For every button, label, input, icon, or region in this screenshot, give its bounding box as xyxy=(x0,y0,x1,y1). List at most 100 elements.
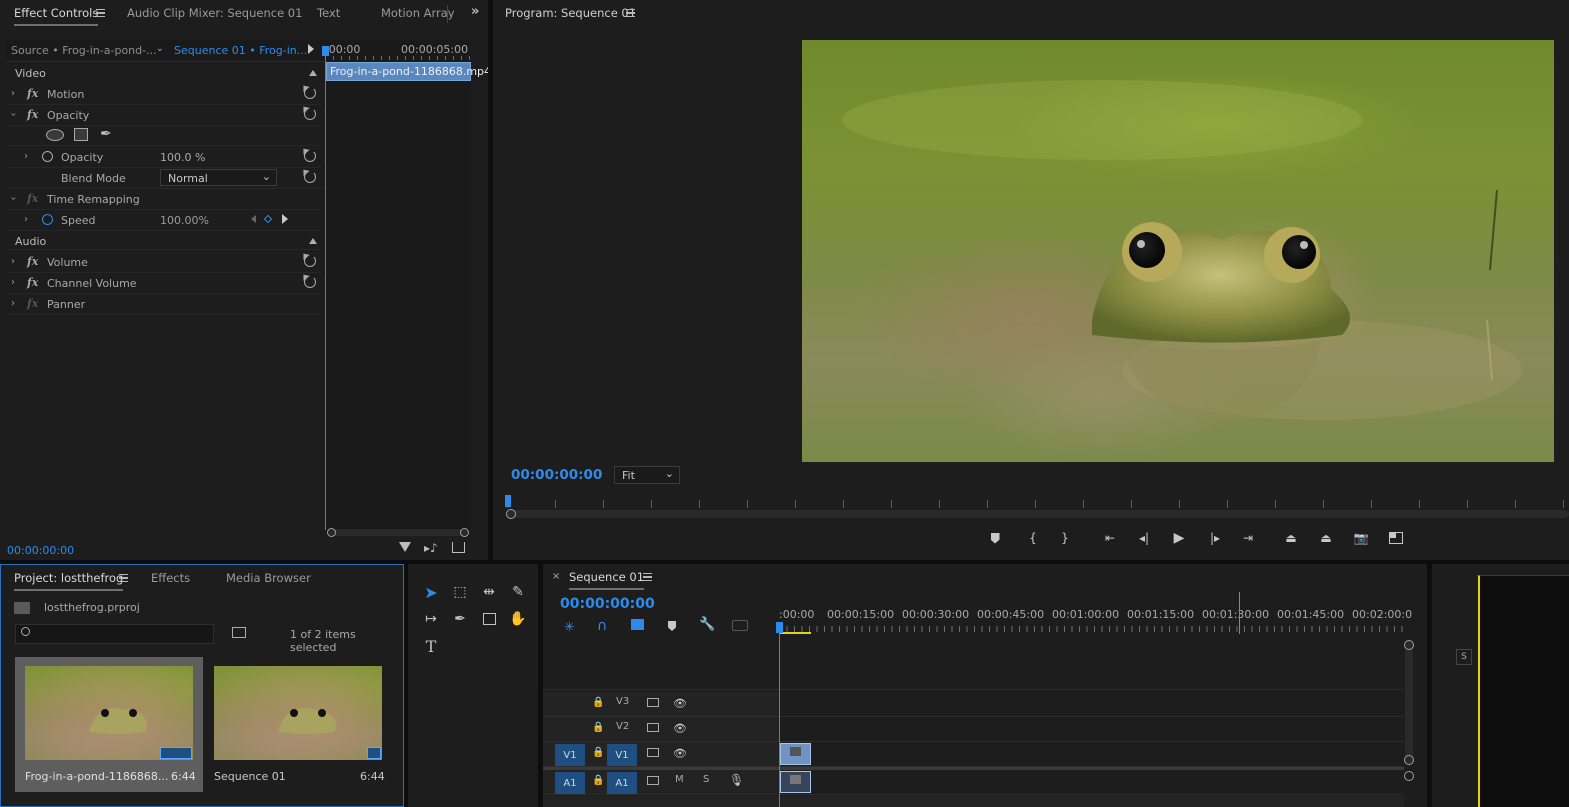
track-lane[interactable] xyxy=(779,742,1404,766)
add-marker-icon[interactable] xyxy=(984,527,1006,549)
track-lane[interactable] xyxy=(779,770,1404,794)
overflow-chevron-icon[interactable]: » xyxy=(471,4,479,19)
opacity-value[interactable]: 100.0 % xyxy=(160,151,205,164)
expand-chevron-icon[interactable]: › xyxy=(24,151,28,162)
blend-mode-dropdown[interactable]: Normal ⌄ xyxy=(160,169,277,186)
vertical-scroll-top-handle[interactable] xyxy=(1404,640,1414,650)
program-timecode[interactable]: 00:00:00:00 xyxy=(511,467,602,483)
ec-scroll-right-handle[interactable] xyxy=(460,528,469,537)
ripple-edit-tool-icon[interactable]: ⇹ xyxy=(476,580,502,604)
ellipse-mask-icon[interactable] xyxy=(46,129,64,141)
program-playhead[interactable] xyxy=(505,495,511,507)
row-opacity[interactable]: › Opacity 100.0 % xyxy=(8,147,322,168)
sync-lock-icon[interactable] xyxy=(647,776,659,785)
fx-icon[interactable]: fx xyxy=(27,87,38,100)
source-dropdown-icon[interactable]: ⌄ xyxy=(156,44,164,54)
tab-audio-clip-mixer[interactable]: Audio Clip Mixer: Sequence 01 xyxy=(127,6,302,20)
timeline-timecode[interactable]: 00:00:00:00 xyxy=(560,596,655,612)
nest-toggle-icon[interactable]: ✳ xyxy=(564,620,575,635)
eye-icon[interactable]: 👁 xyxy=(673,722,687,735)
add-marker-icon[interactable] xyxy=(668,621,676,631)
video-clip[interactable] xyxy=(780,743,811,765)
solo-button[interactable]: S xyxy=(703,774,709,785)
tab-project[interactable]: Project: lostthefrog xyxy=(14,571,124,591)
eye-icon[interactable]: 👁 xyxy=(673,747,687,760)
expand-chevron-icon[interactable]: › xyxy=(11,88,15,99)
ec-playhead-head[interactable] xyxy=(322,46,329,56)
reset-icon[interactable] xyxy=(304,255,316,267)
collapse-chevron-icon[interactable]: › xyxy=(8,113,19,117)
vertical-scroll-track[interactable] xyxy=(1405,640,1413,764)
mute-button[interactable]: M xyxy=(675,774,684,785)
track-target-a1[interactable]: A1 xyxy=(607,772,637,794)
fx-icon[interactable]: fx xyxy=(27,255,38,268)
export-frame-camera-icon[interactable]: 📷 xyxy=(1350,527,1372,549)
reset-icon[interactable] xyxy=(304,171,316,183)
stopwatch-active-icon[interactable] xyxy=(42,214,53,225)
mark-in-icon[interactable]: { xyxy=(1022,527,1044,549)
step-back-icon[interactable]: ◂| xyxy=(1133,527,1155,549)
reset-icon[interactable] xyxy=(304,276,316,288)
row-motion[interactable]: › fx Motion xyxy=(8,84,322,105)
lift-icon[interactable]: ⏏ xyxy=(1280,527,1302,549)
next-keyframe-icon[interactable] xyxy=(282,214,288,224)
selection-tool-icon[interactable]: ➤ xyxy=(418,580,444,604)
linked-selection-icon[interactable] xyxy=(631,619,644,630)
audio-collapse-icon[interactable] xyxy=(309,238,317,244)
row-volume[interactable]: › fx Volume xyxy=(8,252,322,273)
sequence-clip-label[interactable]: Sequence 01 • Frog-in... xyxy=(174,44,307,57)
new-search-bin-icon[interactable] xyxy=(232,627,246,638)
speed-value[interactable]: 100.00% xyxy=(160,214,209,227)
tab-effects[interactable]: Effects xyxy=(151,571,190,585)
row-time-remapping[interactable]: › fx Time Remapping xyxy=(8,189,322,210)
timeline-playhead-head[interactable] xyxy=(776,622,783,633)
fit-dropdown[interactable]: Fit ⌄ xyxy=(614,466,680,484)
row-panner[interactable]: › fx Panner xyxy=(8,294,322,315)
ec-timecode[interactable]: 00:00:00:00 xyxy=(7,544,74,557)
lock-icon[interactable]: 🔒 xyxy=(592,775,604,786)
tab-effect-controls[interactable]: Effect Controls xyxy=(14,6,99,26)
step-forward-icon[interactable]: |▸ xyxy=(1204,527,1226,549)
source-patch-a1[interactable]: A1 xyxy=(555,772,585,794)
audio-clip[interactable] xyxy=(780,771,811,793)
lock-icon[interactable]: 🔒 xyxy=(592,722,604,733)
tab-motion-array[interactable]: Motion Array xyxy=(381,6,455,20)
go-to-in-icon[interactable]: ⇤ xyxy=(1099,527,1121,549)
export-icon[interactable] xyxy=(452,542,465,553)
source-patch-v1[interactable]: V1 xyxy=(555,744,585,766)
timeline-ruler[interactable]: :00:00 00:00:15:00 00:00:30:00 00:00:45:… xyxy=(779,604,1412,634)
play-icon[interactable]: ▶ xyxy=(1168,527,1190,549)
ec-scroll-track[interactable] xyxy=(328,529,468,536)
wrench-icon[interactable]: 🔧 xyxy=(699,617,715,632)
work-area-bar[interactable] xyxy=(779,632,811,634)
add-keyframe-icon[interactable] xyxy=(263,214,273,224)
mark-out-icon[interactable]: } xyxy=(1054,527,1076,549)
close-tab-icon[interactable]: × xyxy=(552,571,560,582)
expand-chevron-icon[interactable]: › xyxy=(11,256,15,267)
extract-icon[interactable]: ⏏ xyxy=(1315,527,1337,549)
vertical-scroll-bottom-handle[interactable] xyxy=(1404,755,1414,765)
panel-menu-icon[interactable] xyxy=(119,574,128,582)
play-only-icon[interactable] xyxy=(308,44,314,54)
program-title[interactable]: Program: Sequence 01 xyxy=(505,6,636,20)
stopwatch-icon[interactable] xyxy=(42,151,53,162)
microphone-icon[interactable]: 🎙 xyxy=(729,773,744,787)
program-scroll-handle[interactable] xyxy=(506,509,516,519)
tab-media-browser[interactable]: Media Browser xyxy=(226,571,311,585)
pen-mask-icon[interactable]: ✒ xyxy=(100,126,112,142)
track-target-v1[interactable]: V1 xyxy=(607,744,637,766)
tab-sequence-01[interactable]: Sequence 01 xyxy=(569,570,645,590)
snap-magnet-icon[interactable]: ∩ xyxy=(597,618,607,634)
lock-icon[interactable]: 🔒 xyxy=(592,697,604,708)
row-speed[interactable]: › Speed 100.00% xyxy=(8,210,322,231)
program-ruler[interactable] xyxy=(507,500,1569,508)
solo-meter-button[interactable]: S xyxy=(1456,649,1472,665)
track-lane[interactable] xyxy=(779,692,1404,716)
project-item-sequence[interactable]: Sequence 01 6:44 xyxy=(204,657,392,792)
track-lane[interactable] xyxy=(779,717,1404,741)
filter-icon[interactable] xyxy=(399,542,411,552)
pen-tool-icon[interactable]: ✒ xyxy=(447,607,473,631)
eye-icon[interactable]: 👁 xyxy=(673,697,687,710)
reset-icon[interactable] xyxy=(304,87,316,99)
track-select-tool-icon[interactable]: ⬚ xyxy=(447,580,473,604)
